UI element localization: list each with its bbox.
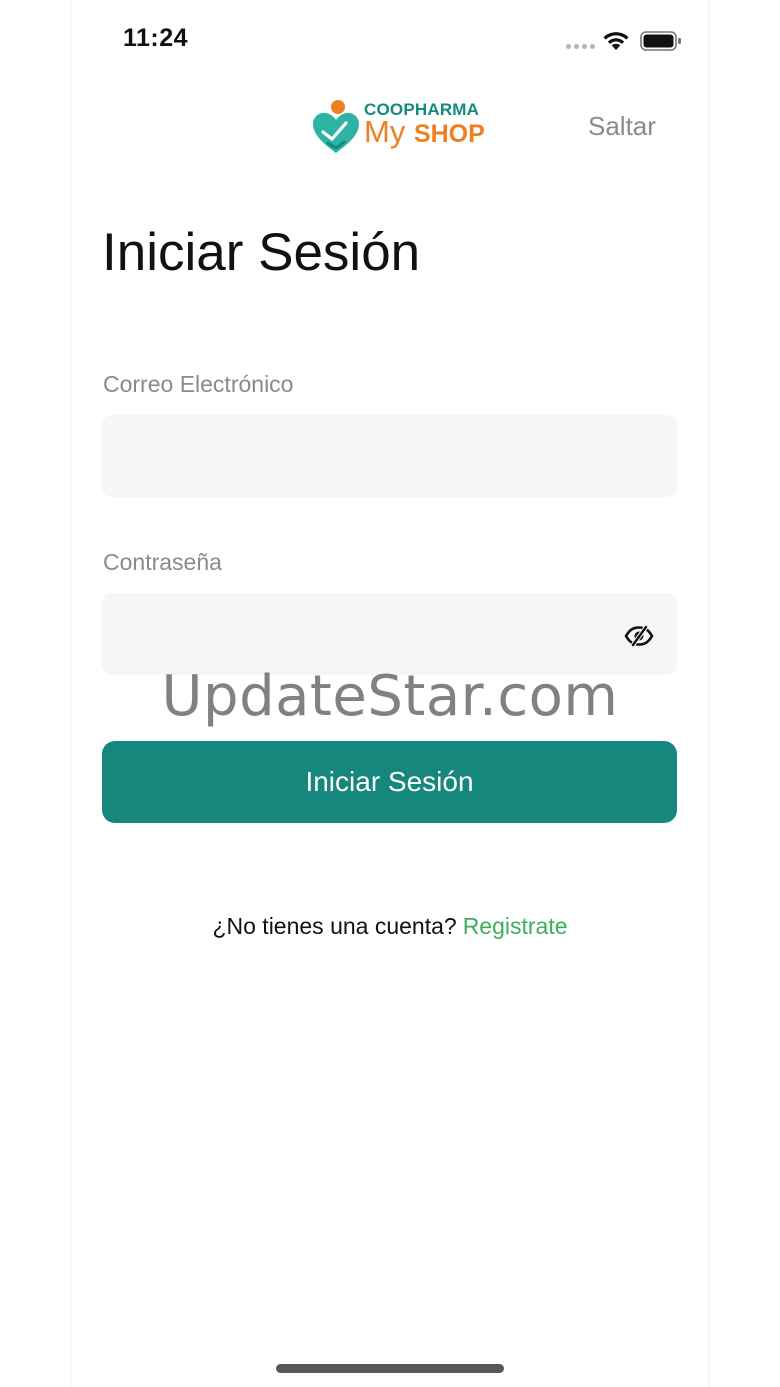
password-label: Contraseña: [103, 549, 222, 575]
page-title: Iniciar Sesión: [102, 223, 421, 282]
skip-button[interactable]: Saltar: [588, 111, 656, 142]
register-link[interactable]: Registrate: [463, 913, 568, 939]
email-label: Correo Electrónico: [103, 371, 294, 397]
home-indicator[interactable]: [276, 1364, 504, 1373]
coopharma-myshop-logo: COOPHARMA My SHOP: [310, 98, 485, 156]
email-field[interactable]: [102, 415, 677, 497]
no-account-text: ¿No tienes una cuenta?: [212, 913, 457, 939]
heart-hand-logo-icon: [313, 100, 359, 153]
login-button[interactable]: Iniciar Sesión: [102, 741, 677, 823]
cellular-signal-icon: [566, 44, 595, 49]
watermark-text: UpdateStar.com: [161, 664, 619, 729]
logo-my-text: My: [364, 114, 406, 149]
password-field[interactable]: [102, 593, 677, 675]
eye-slash-icon[interactable]: [624, 625, 654, 647]
status-bar: 11:24: [0, 0, 780, 82]
logo-shop-text: SHOP: [413, 120, 485, 148]
signup-prompt: ¿No tienes una cuenta? Registrate: [0, 913, 780, 940]
login-screen: 11:24 COOPHARMA My SHOP Saltar Iniciar S…: [0, 0, 780, 1387]
logo-product-text: My SHOP: [364, 114, 485, 150]
status-time: 11:24: [123, 24, 189, 52]
battery-icon: [640, 31, 681, 51]
wifi-icon: [603, 32, 629, 50]
